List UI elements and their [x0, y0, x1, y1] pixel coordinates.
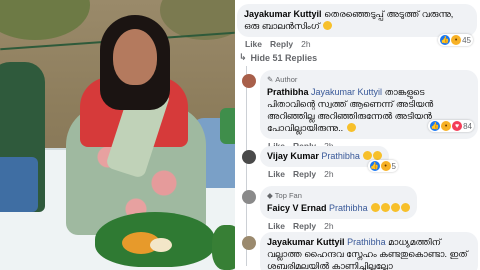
- mention[interactable]: Jayakumar Kuttyil: [311, 87, 382, 97]
- comment-reply: ✎ Author Prathibha Jayakumar Kuttyil താങ…: [242, 70, 478, 151]
- thumbs-up-emoji-icon: [381, 203, 391, 212]
- comment-author[interactable]: Jayakumar Kuttyil: [267, 237, 345, 247]
- author-badge: ✎ Author: [267, 74, 471, 86]
- grin-emoji-icon: [323, 21, 333, 30]
- pray-emoji-icon: [346, 123, 356, 132]
- reaction-count: 45: [462, 35, 471, 45]
- comment-author[interactable]: Vijay Kumar: [267, 151, 319, 161]
- comment-time[interactable]: 2h: [301, 39, 310, 49]
- post-photo[interactable]: [0, 0, 235, 270]
- woman-figure: [58, 15, 208, 235]
- comments-panel: Jayakumar Kuttyil തെരഞ്ഞെടുപ്പ് അടുത്ത് …: [235, 0, 480, 270]
- avatar[interactable]: [242, 74, 256, 88]
- like-link[interactable]: Like: [268, 221, 285, 231]
- haha-reaction-icon: •: [441, 121, 452, 131]
- comment-bubble: Jayakumar Kuttyil Prathibha മാധ്യമത്തിന്…: [260, 232, 478, 270]
- top-fan-badge: ◆ Top Fan: [267, 190, 410, 202]
- mention[interactable]: Prathibha: [321, 151, 360, 161]
- avatar[interactable]: [242, 190, 256, 204]
- comment-time[interactable]: 2h: [324, 221, 333, 231]
- comment-time[interactable]: 2h: [324, 169, 333, 179]
- diamond-icon: ◆: [267, 191, 273, 200]
- food: [150, 238, 172, 252]
- reaction-summary[interactable]: 👍 • 5: [367, 160, 398, 172]
- comment-bubble: Jayakumar Kuttyil തെരഞ്ഞെടുപ്പ് അടുത്ത് …: [237, 4, 477, 37]
- reply-arrow-icon: ↳: [239, 52, 247, 62]
- mention[interactable]: Prathibha: [347, 237, 386, 247]
- comment-actions: Like Reply 2h: [268, 169, 460, 179]
- banana-leaf: [212, 225, 235, 270]
- haha-reaction-icon: •: [451, 35, 462, 45]
- comment-reply: ◆ Top Fan Faicy V Ernad Prathibha Like R…: [242, 186, 460, 231]
- like-reaction-icon: 👍: [430, 121, 441, 131]
- comment-actions: Like Reply 2h: [268, 221, 460, 231]
- comment-reply: Jayakumar Kuttyil Prathibha മാധ്യമത്തിന്…: [242, 232, 478, 270]
- comment-bubble: ◆ Top Fan Faicy V Ernad Prathibha: [260, 186, 418, 219]
- grin-emoji-icon: [371, 203, 381, 212]
- reaction-count: 84: [463, 121, 472, 131]
- thumbs-up-emoji-icon: [373, 151, 383, 160]
- comment: Jayakumar Kuttyil തെരഞ്ഞെടുപ്പ് അടുത്ത് …: [237, 4, 477, 49]
- pen-icon: ✎: [267, 75, 274, 84]
- avatar[interactable]: [242, 236, 256, 250]
- reply-link[interactable]: Reply: [293, 221, 316, 231]
- reaction-summary[interactable]: 👍 • ♥ 84: [428, 120, 474, 132]
- hide-replies-label: Hide 51 Replies: [250, 52, 318, 63]
- haha-reaction-icon: •: [380, 161, 391, 171]
- thumbs-up-emoji-icon: [391, 203, 401, 212]
- thumbs-up-emoji-icon: [363, 151, 373, 160]
- reaction-summary[interactable]: 👍 • 45: [438, 34, 473, 46]
- comment-author[interactable]: Jayakumar Kuttyil: [244, 9, 322, 19]
- love-reaction-icon: ♥: [452, 121, 463, 131]
- reply-link[interactable]: Reply: [293, 169, 316, 179]
- reply-link[interactable]: Reply: [270, 39, 293, 49]
- comment-reply: Vijay Kumar Prathibha Like Reply 2h 👍 • …: [242, 146, 460, 179]
- reaction-count: 5: [391, 161, 396, 171]
- badge-label: Top Fan: [274, 191, 302, 200]
- like-link[interactable]: Like: [268, 169, 285, 179]
- avatar[interactable]: [242, 150, 256, 164]
- thumbs-up-emoji-icon: [401, 203, 411, 212]
- hide-replies-toggle[interactable]: ↳ Hide 51 Replies: [239, 52, 317, 63]
- badge-label: Author: [275, 75, 298, 84]
- mention[interactable]: Prathibha: [329, 203, 368, 213]
- person-left: [0, 62, 45, 212]
- comment-author[interactable]: Faicy V Ernad: [267, 203, 327, 213]
- like-link[interactable]: Like: [245, 39, 262, 49]
- like-reaction-icon: 👍: [369, 161, 380, 171]
- comment-author[interactable]: Prathibha: [267, 87, 309, 97]
- like-reaction-icon: 👍: [440, 35, 451, 45]
